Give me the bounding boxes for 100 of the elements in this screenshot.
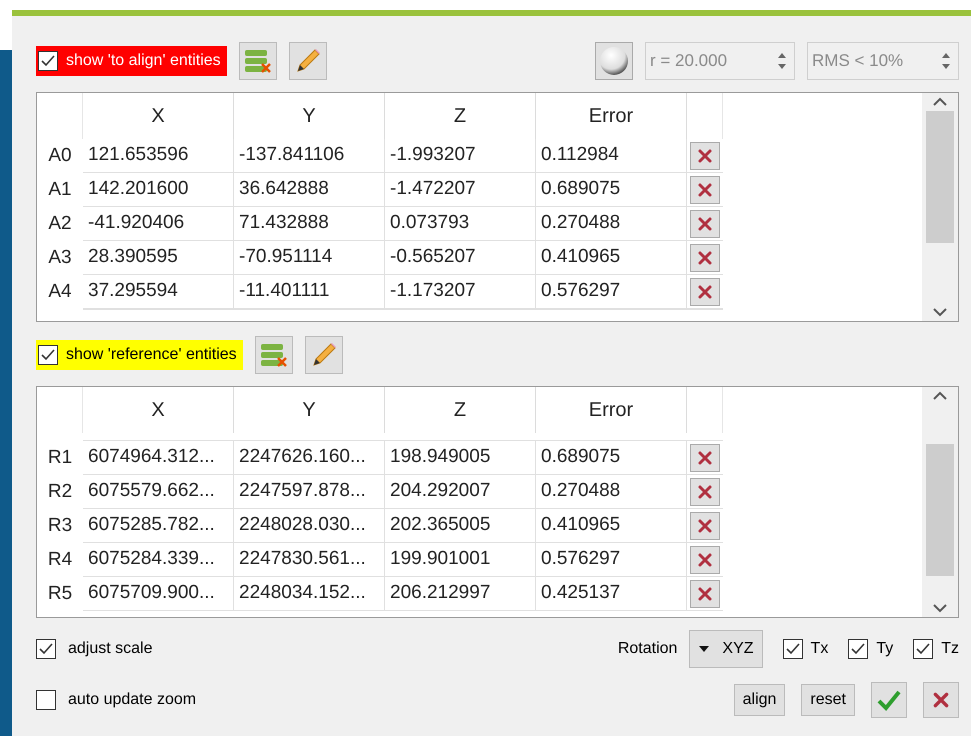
edit-button[interactable]: [304, 336, 343, 374]
adjust-scale-label: adjust scale: [68, 639, 152, 659]
scrollbar-thumb[interactable]: [926, 444, 954, 576]
delete-row-button[interactable]: [690, 142, 720, 170]
auto-update-zoom-label: auto update zoom: [68, 690, 196, 710]
delete-row-button[interactable]: [690, 478, 720, 506]
delete-x-icon: [697, 250, 713, 266]
table-cell: 28.390595: [83, 241, 234, 275]
scroll-up-icon[interactable]: [933, 97, 947, 107]
delete-row-button[interactable]: [690, 546, 720, 574]
delete-row-button[interactable]: [690, 444, 720, 472]
scroll-down-icon[interactable]: [933, 307, 947, 317]
checkbox[interactable]: [913, 639, 934, 659]
delete-table-button[interactable]: [254, 336, 293, 374]
table-cell: 2248028.030...: [234, 509, 385, 543]
column-header[interactable]: Y: [234, 93, 385, 139]
row-header: R3: [46, 514, 74, 538]
table-cell: -1.993207: [385, 139, 536, 173]
table-delete-icon: [244, 48, 272, 74]
table-cell: -1.472207: [385, 173, 536, 207]
column-header[interactable]: Z: [385, 93, 536, 139]
rotation-dropdown[interactable]: XYZ: [689, 630, 763, 668]
scroll-up-icon[interactable]: [933, 391, 947, 401]
table-cell: 0.689075: [536, 173, 687, 207]
table-cell: 0.576297: [536, 543, 687, 577]
rotation-label: Rotation: [618, 639, 678, 659]
delete-x-icon: [697, 518, 713, 534]
table-cell: -137.841106: [234, 139, 385, 173]
checkbox[interactable]: [36, 690, 56, 710]
table-cell: 206.212997: [385, 577, 536, 611]
entities-toggle[interactable]: show 'to align' entities: [36, 46, 227, 76]
row-header: A4: [47, 280, 73, 304]
sphere-button[interactable]: [595, 42, 633, 80]
field-value: r = 20.000: [650, 50, 728, 72]
delete-row-button[interactable]: [690, 580, 720, 608]
table-cell: 2247626.160...: [234, 441, 385, 475]
scrollbar[interactable]: [922, 387, 958, 617]
field-value: RMS < 10%: [812, 50, 904, 72]
delete-row-button[interactable]: [690, 244, 720, 272]
checkbox[interactable]: [38, 345, 58, 365]
column-header[interactable]: Error: [536, 387, 687, 433]
table-cell: 198.949005: [385, 441, 536, 475]
table-cell: 6075709.900...: [83, 577, 234, 611]
delete-row-button[interactable]: [690, 278, 720, 306]
table-cell: 0.270488: [536, 207, 687, 241]
delete-x-icon: [697, 284, 713, 300]
checkmark-icon: [877, 689, 901, 711]
table-cell: 202.365005: [385, 509, 536, 543]
row-header: R5: [46, 582, 74, 606]
table-cell: 6075579.662...: [83, 475, 234, 509]
table-cell: -70.951114: [234, 241, 385, 275]
delete-row-button[interactable]: [690, 210, 720, 238]
table-cell: -1.173207: [385, 275, 536, 309]
action-button[interactable]: reset: [801, 684, 855, 716]
table-cell: 0.425137: [536, 577, 687, 611]
translation-label: Ty: [876, 639, 894, 659]
checkbox[interactable]: [36, 639, 56, 659]
delete-row-button[interactable]: [690, 512, 720, 540]
action-button[interactable]: align: [734, 684, 786, 716]
checkbox[interactable]: [38, 51, 58, 71]
cancel-button[interactable]: [923, 682, 959, 718]
column-header[interactable]: X: [83, 93, 234, 139]
row-header: R1: [46, 446, 74, 470]
scroll-down-icon[interactable]: [933, 603, 947, 613]
scrollbar[interactable]: [922, 93, 958, 321]
delete-row-button[interactable]: [690, 176, 720, 204]
table-cell: 2247830.561...: [234, 543, 385, 577]
delete-x-icon: [697, 182, 713, 198]
row-header: A3: [47, 246, 73, 270]
caret-icon: [698, 645, 710, 653]
entities-toggle-label: show 'to align' entities: [66, 51, 222, 71]
column-header[interactable]: Y: [234, 387, 385, 433]
checkbox[interactable]: [848, 639, 868, 659]
table-cell: 0.689075: [536, 441, 687, 475]
check-icon: [784, 641, 801, 657]
delete-x-icon: [697, 552, 713, 568]
table-cell: 36.642888: [234, 173, 385, 207]
delete-table-button[interactable]: [238, 42, 277, 80]
translation-label: Tx: [810, 639, 828, 659]
confirm-button[interactable]: [871, 682, 907, 718]
entities-toggle[interactable]: show 'reference' entities: [36, 340, 243, 370]
scrollbar-thumb[interactable]: [926, 111, 954, 243]
checkbox[interactable]: [782, 639, 803, 659]
table-cell: 204.292007: [385, 475, 536, 509]
column-header[interactable]: Z: [385, 387, 536, 433]
table-cell: -0.565207: [385, 241, 536, 275]
sphere-icon: [599, 46, 629, 76]
edit-button[interactable]: [288, 42, 327, 80]
table-cell: 0.576297: [536, 275, 687, 309]
table-cell: -11.401111: [234, 275, 385, 309]
column-header[interactable]: Error: [536, 93, 687, 139]
delete-x-icon: [932, 691, 950, 709]
column-header[interactable]: X: [83, 387, 234, 433]
delete-x-icon: [697, 148, 713, 164]
table-cell: 6074964.312...: [83, 441, 234, 475]
row-header: A1: [47, 178, 73, 202]
delete-x-icon: [697, 484, 713, 500]
table-delete-icon: [260, 342, 288, 368]
table-cell: 71.432888: [234, 207, 385, 241]
table-cell: 6075284.339...: [83, 543, 234, 577]
